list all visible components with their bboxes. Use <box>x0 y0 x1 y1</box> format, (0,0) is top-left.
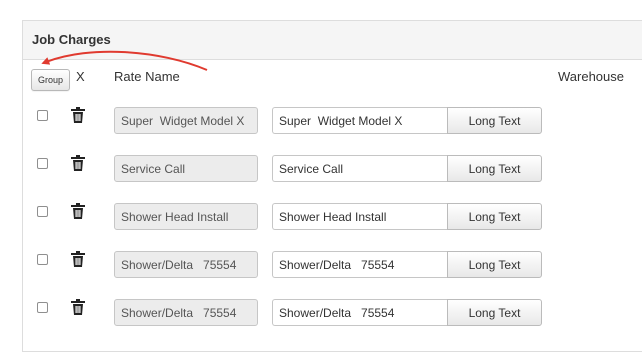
job-charges-panel: Job Charges Group X Rate Name Warehouse … <box>22 20 642 352</box>
column-header-rate-name: Rate Name <box>114 69 180 84</box>
row-select-checkbox[interactable] <box>37 254 48 265</box>
trash-icon[interactable] <box>71 107 85 123</box>
rate-name-readonly: Super Widget Model X <box>114 107 258 134</box>
rate-name-readonly: Shower/Delta 75554 <box>114 299 258 326</box>
trash-icon[interactable] <box>71 155 85 171</box>
row-select-checkbox[interactable] <box>37 302 48 313</box>
trash-icon[interactable] <box>71 299 85 315</box>
charge-row: Shower Head Install Long Text <box>23 194 642 242</box>
name-input[interactable] <box>272 107 448 134</box>
column-header-x: X <box>76 69 85 84</box>
long-text-button[interactable]: Long Text <box>447 155 542 182</box>
charge-row: Shower/Delta 75554 Long Text <box>23 290 642 338</box>
panel-header: Job Charges <box>23 21 642 60</box>
trash-icon[interactable] <box>71 251 85 267</box>
trash-icon[interactable] <box>71 203 85 219</box>
long-text-button[interactable]: Long Text <box>447 251 542 278</box>
rate-name-readonly: Service Call <box>114 155 258 182</box>
name-input[interactable] <box>272 251 448 278</box>
group-button[interactable]: Group <box>31 69 70 91</box>
name-input[interactable] <box>272 299 448 326</box>
panel-title: Job Charges <box>32 32 111 47</box>
row-select-checkbox[interactable] <box>37 158 48 169</box>
name-input[interactable] <box>272 155 448 182</box>
row-select-checkbox[interactable] <box>37 110 48 121</box>
long-text-button[interactable]: Long Text <box>447 299 542 326</box>
long-text-button[interactable]: Long Text <box>447 203 542 230</box>
name-input[interactable] <box>272 203 448 230</box>
rate-name-readonly: Shower/Delta 75554 <box>114 251 258 278</box>
row-select-checkbox[interactable] <box>37 206 48 217</box>
charge-row: Super Widget Model X Long Text <box>23 98 642 146</box>
column-header-warehouse: Warehouse <box>558 69 624 84</box>
charge-row: Shower/Delta 75554 Long Text <box>23 242 642 290</box>
long-text-button[interactable]: Long Text <box>447 107 542 134</box>
rate-name-readonly: Shower Head Install <box>114 203 258 230</box>
charge-row: Service Call Long Text <box>23 146 642 194</box>
